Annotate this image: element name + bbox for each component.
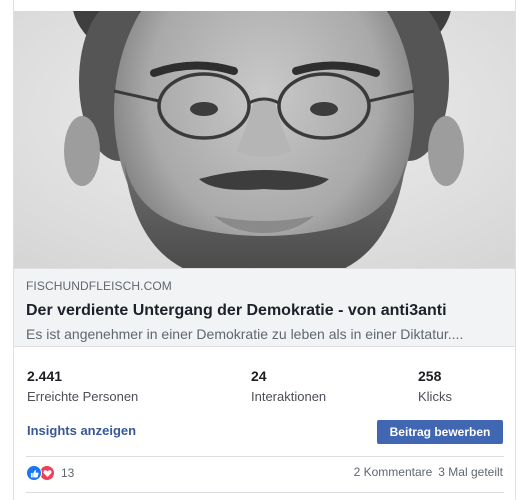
view-insights-link[interactable]: Insights anzeigen xyxy=(27,423,136,438)
stat-clicks-value: 258 xyxy=(418,368,442,384)
divider xyxy=(26,456,504,457)
stat-reach-value: 2.441 xyxy=(27,368,63,384)
engagement-counts: 2 Kommentare 3 Mal geteilt xyxy=(354,465,503,479)
stat-engagement-label: Interaktionen xyxy=(251,389,327,404)
link-preview-image[interactable] xyxy=(14,11,515,268)
stat-clicks-label: Klicks xyxy=(418,389,452,404)
shares-count-link[interactable]: 3 Mal geteilt xyxy=(438,465,503,479)
link-domain: FISCHUNDFLEISCH.COM xyxy=(26,279,172,293)
portrait-photo xyxy=(14,11,515,268)
link-description: Es ist angenehmer in einer Demokratie zu… xyxy=(26,326,464,342)
link-headline[interactable]: Der verdiente Untergang der Demokratie -… xyxy=(26,301,503,321)
boost-post-button[interactable]: Beitrag bewerben xyxy=(377,420,503,444)
post-card: FISCHUNDFLEISCH.COM Der verdiente Unterg… xyxy=(13,0,516,500)
stat-engagement: 24 Interaktionen xyxy=(251,368,326,405)
reaction-count: 13 xyxy=(61,466,75,480)
comments-count-link[interactable]: 2 Kommentare xyxy=(354,465,433,479)
link-preview-meta[interactable]: FISCHUNDFLEISCH.COM Der verdiente Unterg… xyxy=(14,268,515,347)
stat-clicks: 258 Klicks xyxy=(418,368,452,405)
like-icon xyxy=(26,465,42,481)
post-stats: 2.441 Erreichte Personen 24 Interaktione… xyxy=(14,368,515,408)
stat-engagement-value: 24 xyxy=(251,368,267,384)
stat-reach: 2.441 Erreichte Personen xyxy=(27,368,138,405)
stat-reach-label: Erreichte Personen xyxy=(27,389,139,404)
bottom-divider xyxy=(26,492,504,493)
reactions-summary[interactable]: 13 xyxy=(26,464,74,482)
